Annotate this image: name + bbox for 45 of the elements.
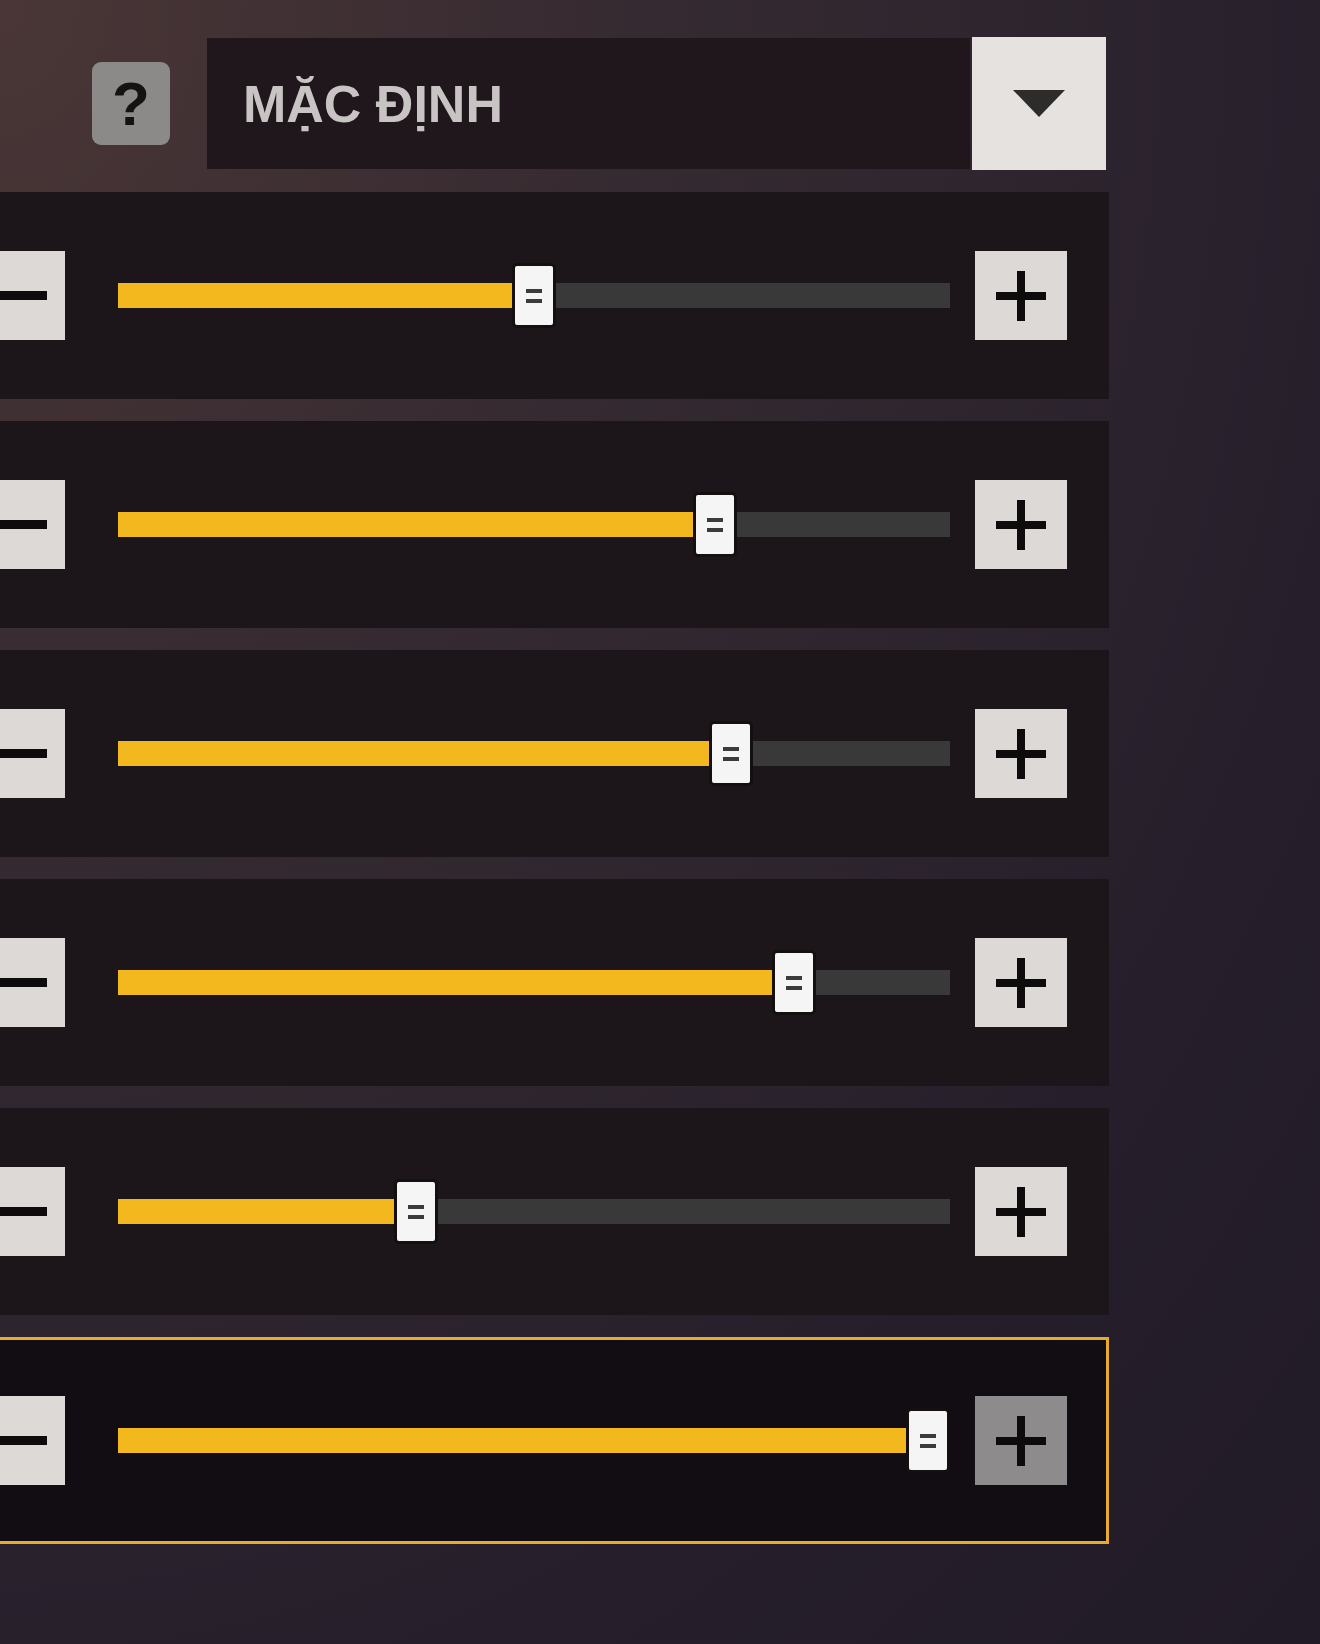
slider-thumb[interactable]: [393, 1179, 438, 1244]
slider-thumb[interactable]: [512, 263, 556, 328]
plus-button[interactable]: [975, 709, 1067, 798]
grip-icon: [407, 1204, 424, 1219]
minus-button[interactable]: [0, 938, 65, 1027]
slider-thumb[interactable]: [709, 721, 753, 786]
slider-thumb[interactable]: [772, 950, 817, 1015]
grip-icon: [920, 1433, 936, 1448]
setting-row[interactable]: [0, 421, 1109, 628]
dropdown-field[interactable]: MẶC ĐỊNH: [207, 38, 970, 169]
minus-icon: [0, 291, 47, 300]
minus-button[interactable]: [0, 709, 65, 798]
minus-icon: [0, 749, 47, 758]
caret-icon: [1013, 90, 1065, 117]
minus-button[interactable]: [0, 1396, 65, 1485]
setting-row[interactable]: [0, 879, 1109, 1086]
slider-thumb[interactable]: [906, 1408, 950, 1473]
dropdown-button[interactable]: [972, 37, 1106, 170]
plus-button[interactable]: [975, 938, 1067, 1027]
minus-button[interactable]: [0, 251, 65, 340]
minus-icon: [0, 520, 47, 529]
slider-thumb[interactable]: [693, 492, 738, 557]
plus-icon: [996, 1415, 1046, 1466]
help-button[interactable]: ?: [92, 62, 170, 145]
minus-icon: [0, 1436, 47, 1445]
minus-icon: [0, 978, 47, 987]
minus-button[interactable]: [0, 1167, 65, 1256]
setting-row[interactable]: [0, 1108, 1109, 1315]
setting-row[interactable]: [0, 1337, 1109, 1544]
plus-icon: [996, 1186, 1046, 1237]
setting-row[interactable]: [0, 192, 1109, 399]
minus-button[interactable]: [0, 480, 65, 569]
grip-icon: [723, 746, 739, 761]
plus-button[interactable]: [975, 480, 1067, 569]
plus-button[interactable]: [975, 1167, 1067, 1256]
setting-row[interactable]: [0, 650, 1109, 857]
plus-button[interactable]: [975, 251, 1067, 340]
plus-icon: [996, 957, 1046, 1008]
grip-icon: [526, 288, 542, 303]
plus-icon: [996, 728, 1046, 779]
plus-icon: [996, 499, 1046, 550]
grip-icon: [786, 975, 803, 990]
plus-icon: [996, 270, 1046, 321]
grip-icon: [707, 517, 724, 532]
minus-icon: [0, 1207, 47, 1216]
